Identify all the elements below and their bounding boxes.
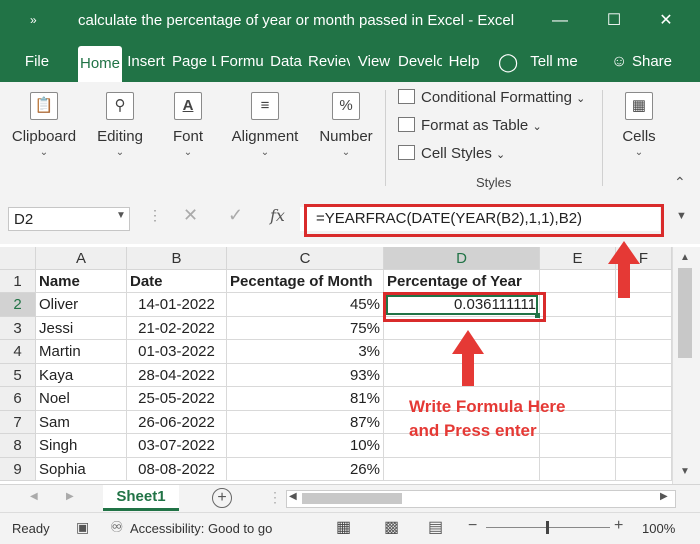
zoom-slider-thumb[interactable] bbox=[546, 521, 549, 534]
zoom-out-icon[interactable]: − bbox=[468, 517, 477, 535]
arrow-up-to-formula-icon bbox=[608, 241, 640, 298]
macro-record-icon[interactable]: ▣ bbox=[76, 519, 89, 536]
hscroll-thumb[interactable] bbox=[302, 493, 402, 504]
page-layout-view-icon[interactable]: ▩ bbox=[384, 517, 399, 537]
sheet-tab-sheet1[interactable]: Sheet1 bbox=[103, 485, 179, 511]
accessibility-icon: ♾ bbox=[110, 519, 124, 536]
status-ready: Ready bbox=[12, 521, 50, 536]
page-break-view-icon[interactable]: ▤ bbox=[428, 517, 443, 537]
annotation-arrows bbox=[452, 241, 640, 386]
sheet-scroll-left-icon[interactable]: ◀ bbox=[30, 491, 38, 502]
annotation-line-2: and Press enter bbox=[409, 421, 537, 440]
add-sheet-icon[interactable]: + bbox=[212, 488, 232, 508]
accessibility-status[interactable]: Accessibility: Good to go bbox=[130, 521, 272, 536]
hscroll-left-icon[interactable]: ◀ bbox=[289, 491, 297, 502]
sheet-tab-bar: ◀ ▶ Sheet1 + ⋮ ◀ ▶ bbox=[0, 484, 700, 513]
zoom-level[interactable]: 100% bbox=[642, 521, 675, 536]
more-options-icon: ⋮ bbox=[268, 489, 282, 505]
annotation-line-1: Write Formula Here bbox=[409, 397, 566, 416]
normal-view-icon[interactable]: ▦ bbox=[336, 517, 351, 537]
status-bar: Ready ▣ ♾ Accessibility: Good to go ▦ ▩ … bbox=[0, 512, 700, 544]
hscroll-right-icon[interactable]: ▶ bbox=[660, 491, 668, 502]
arrow-up-to-cell-icon bbox=[452, 330, 484, 386]
zoom-in-icon[interactable]: + bbox=[614, 517, 623, 535]
sheet-scroll-right-icon[interactable]: ▶ bbox=[66, 491, 74, 502]
